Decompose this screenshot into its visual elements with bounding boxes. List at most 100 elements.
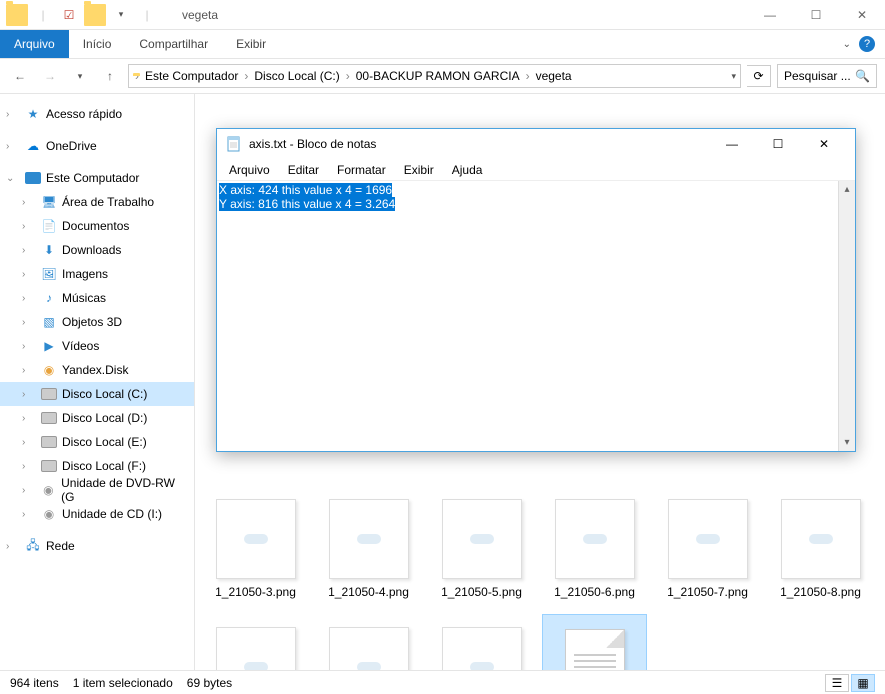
close-button[interactable]: ✕: [839, 0, 885, 30]
scroll-up-icon[interactable]: ▴: [839, 181, 855, 198]
notepad-text-area[interactable]: X axis: 424 this value x 4 = 1696 Y axis…: [217, 181, 855, 451]
drive-icon: [40, 436, 58, 448]
chevron-right-icon[interactable]: ›: [244, 69, 248, 83]
icons-view-button[interactable]: ▦: [851, 674, 875, 692]
chevron-icon[interactable]: ›: [22, 245, 36, 256]
chevron-right-icon[interactable]: ›: [526, 69, 530, 83]
chevron-icon[interactable]: ›: [22, 509, 36, 520]
notepad-menu-formatar[interactable]: Formatar: [329, 161, 394, 179]
ribbon-help: ⌄ ?: [843, 30, 875, 58]
scroll-down-icon[interactable]: ▾: [839, 434, 855, 451]
notepad-menu-editar[interactable]: Editar: [280, 161, 327, 179]
breadcrumb-item[interactable]: 00-BACKUP RAMON GARCIA: [352, 69, 524, 83]
notepad-close-button[interactable]: ✕: [801, 130, 847, 158]
tree-item[interactable]: ›☁OneDrive: [0, 134, 194, 158]
tree-item[interactable]: ›▶Vídeos: [0, 334, 194, 358]
chevron-icon[interactable]: ›: [22, 437, 36, 448]
notepad-menu-arquivo[interactable]: Arquivo: [221, 161, 278, 179]
back-button[interactable]: ←: [8, 64, 32, 88]
tree-item[interactable]: ›♪Músicas: [0, 286, 194, 310]
address-bar[interactable]: › Este Computador › Disco Local (C:) › 0…: [128, 64, 741, 88]
tree-item[interactable]: ›🖧Rede: [0, 534, 194, 558]
tab-arquivo[interactable]: Arquivo: [0, 30, 69, 58]
minimize-button[interactable]: —: [747, 0, 793, 30]
up-button[interactable]: ↑: [98, 64, 122, 88]
file-item[interactable]: 1_21050-10.png: [316, 614, 421, 670]
tree-item[interactable]: ›▧Objetos 3D: [0, 310, 194, 334]
file-item[interactable]: 1_21050-8.png: [768, 486, 873, 606]
qat-sep: |: [136, 4, 158, 26]
tree-item[interactable]: ›Disco Local (D:): [0, 406, 194, 430]
file-item[interactable]: axis.txt: [542, 614, 647, 670]
file-item[interactable]: 1_21050-9.png: [203, 614, 308, 670]
file-thumbnail: [442, 627, 522, 670]
properties-icon[interactable]: ☑: [58, 4, 80, 26]
file-item[interactable]: 1_21050-7.png: [655, 486, 760, 606]
search-input[interactable]: Pesquisar ... 🔍: [777, 64, 877, 88]
notepad-menu-exibir[interactable]: Exibir: [396, 161, 442, 179]
maximize-button[interactable]: ☐: [793, 0, 839, 30]
breadcrumb-item[interactable]: vegeta: [532, 69, 576, 83]
downloads-icon: ⬇: [40, 243, 58, 257]
breadcrumb-item[interactable]: Este Computador: [141, 69, 242, 83]
file-item[interactable]: 1_21050-6.png: [542, 486, 647, 606]
help-icon[interactable]: ?: [859, 36, 875, 52]
tree-item[interactable]: ⌄Este Computador: [0, 166, 194, 190]
chevron-icon[interactable]: ›: [22, 317, 36, 328]
chevron-icon[interactable]: ›: [6, 141, 20, 152]
tree-item[interactable]: › Disco Local (E:): [0, 430, 194, 454]
forward-button[interactable]: →: [38, 64, 62, 88]
file-item[interactable]: 1_21050-3.png: [203, 486, 308, 606]
notepad-titlebar[interactable]: axis.txt - Bloco de notas — ☐ ✕: [217, 129, 855, 159]
tree-item[interactable]: ›Disco Local (C:): [0, 382, 194, 406]
tree-item[interactable]: ›◉Unidade de DVD-RW (G: [0, 478, 194, 502]
address-dropdown-icon[interactable]: ▾: [731, 71, 736, 82]
tree-item[interactable]: ›⬇Downloads: [0, 238, 194, 262]
tree-item[interactable]: ›🖥Área de Trabalho: [0, 190, 194, 214]
notepad-scrollbar[interactable]: ▴ ▾: [838, 181, 855, 451]
refresh-button[interactable]: ⟳: [747, 65, 771, 87]
recent-dropdown-icon[interactable]: ▾: [68, 64, 92, 88]
notepad-window[interactable]: axis.txt - Bloco de notas — ☐ ✕ Arquivo …: [216, 128, 856, 452]
chevron-icon[interactable]: ›: [22, 221, 36, 232]
chevron-icon[interactable]: ›: [22, 389, 36, 400]
status-bar: 964 itens 1 item selecionado 69 bytes ☰ …: [0, 670, 885, 694]
tree-item-label: Disco Local (E:): [62, 435, 147, 449]
tab-exibir[interactable]: Exibir: [222, 30, 280, 58]
notepad-minimize-button[interactable]: —: [709, 130, 755, 158]
chevron-icon[interactable]: ›: [22, 293, 36, 304]
desktop-icon: 🖥: [40, 195, 58, 209]
file-item[interactable]: 1_21050-5.png: [429, 486, 534, 606]
chevron-icon[interactable]: ›: [6, 541, 20, 552]
tree-item[interactable]: ›🖼Imagens: [0, 262, 194, 286]
tree-item[interactable]: ›★Acesso rápido: [0, 102, 194, 126]
chevron-icon[interactable]: ›: [22, 341, 36, 352]
chevron-icon[interactable]: ›: [22, 269, 36, 280]
chevron-icon[interactable]: ›: [22, 365, 36, 376]
file-item[interactable]: 1_21050-4.png: [316, 486, 421, 606]
tree-item[interactable]: ›◉Unidade de CD (I:): [0, 502, 194, 526]
chevron-right-icon[interactable]: ›: [135, 69, 139, 83]
chevron-right-icon[interactable]: ›: [346, 69, 350, 83]
tab-inicio[interactable]: Início: [69, 30, 126, 58]
qat-dropdown-icon[interactable]: ▾: [110, 4, 132, 26]
chevron-icon[interactable]: ›: [22, 485, 36, 496]
tab-compartilhar[interactable]: Compartilhar: [125, 30, 222, 58]
file-item[interactable]: 1_21050-11.png: [429, 614, 534, 670]
notepad-menu-ajuda[interactable]: Ajuda: [444, 161, 491, 179]
details-view-button[interactable]: ☰: [825, 674, 849, 692]
tree-item[interactable]: ›Disco Local (F:): [0, 454, 194, 478]
breadcrumb-item[interactable]: Disco Local (C:): [250, 69, 343, 83]
tree-item[interactable]: ›◉Yandex.Disk: [0, 358, 194, 382]
ribbon-expand-icon[interactable]: ⌄: [843, 39, 851, 50]
chevron-icon[interactable]: ›: [6, 109, 20, 120]
navigation-pane[interactable]: ›★Acesso rápido ›☁OneDrive ⌄Este Computado…: [0, 94, 195, 670]
chevron-icon[interactable]: ›: [22, 413, 36, 424]
drive-icon: [40, 412, 58, 424]
chevron-icon[interactable]: ›: [22, 197, 36, 208]
folder-icon-2[interactable]: [84, 4, 106, 26]
notepad-maximize-button[interactable]: ☐: [755, 130, 801, 158]
chevron-icon[interactable]: ⌄: [6, 173, 20, 184]
chevron-icon[interactable]: ›: [22, 461, 36, 472]
tree-item[interactable]: ›📄Documentos: [0, 214, 194, 238]
